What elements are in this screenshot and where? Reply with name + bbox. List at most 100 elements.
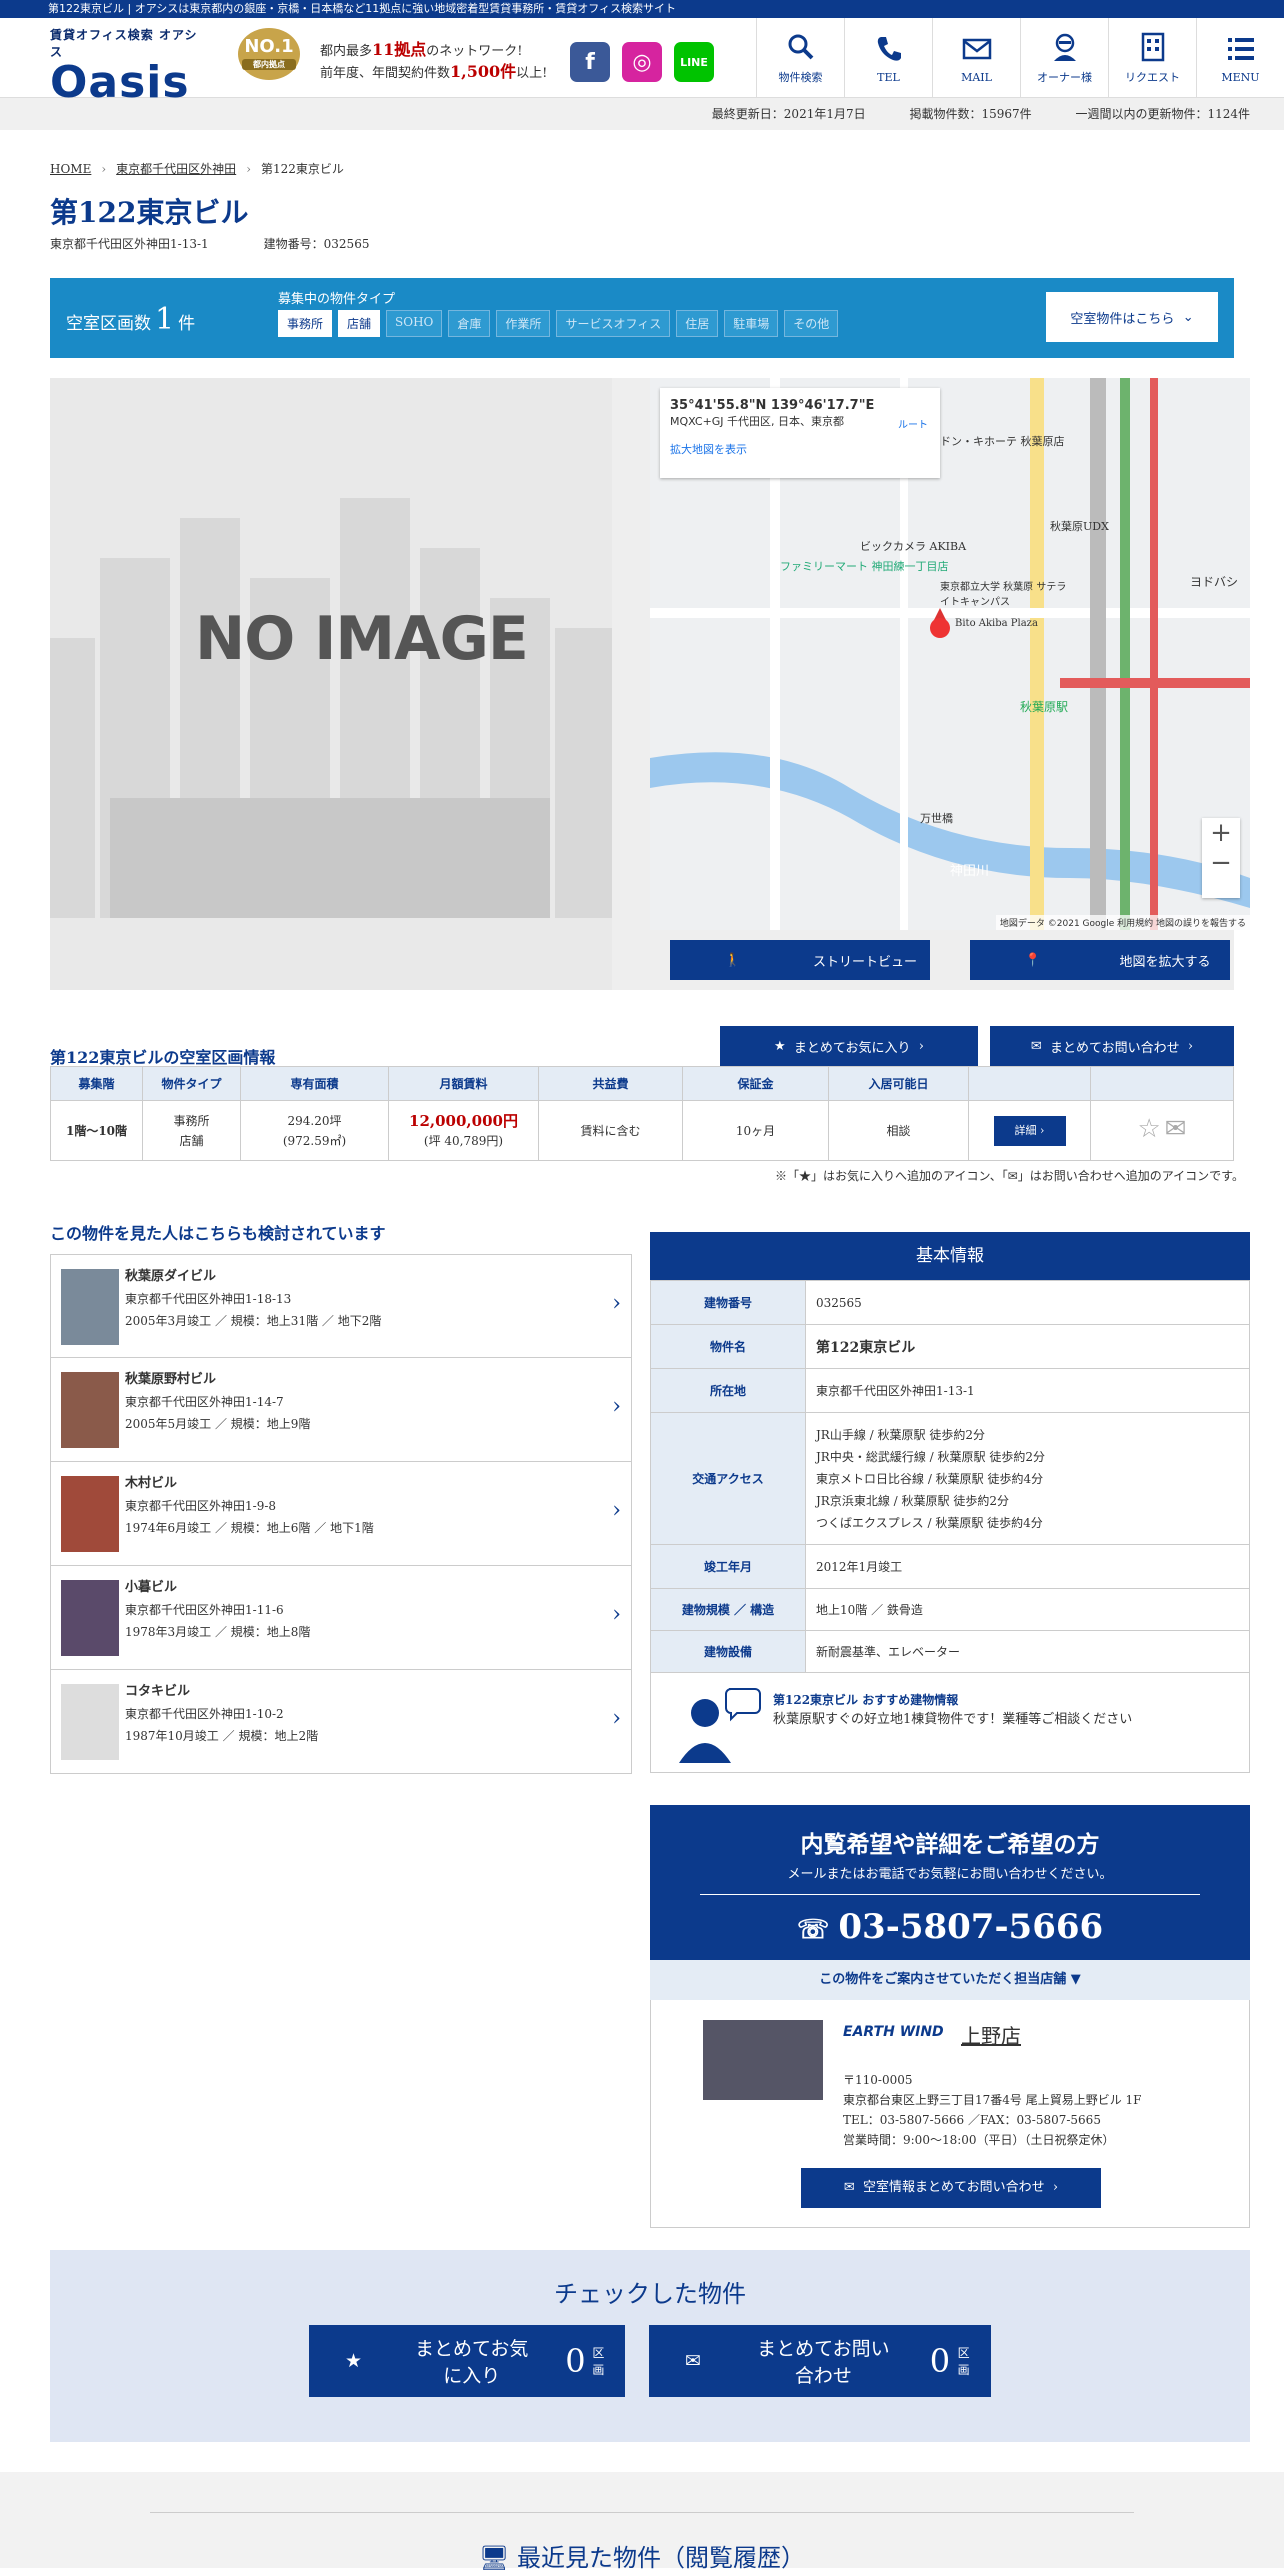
access-line[interactable]: JR京浜東北線 / 秋葉原駅 徒歩約2分 [816, 1490, 1239, 1512]
info-row: 所在地 東京都千代田区外神田1-13-1 [650, 1368, 1250, 1413]
info-value: 地上10階 ／ 鉄骨造 [805, 1588, 1250, 1631]
bulk-inquiry-button[interactable]: ✉ まとめてお問い合わせ › [990, 1026, 1234, 1066]
nav-request[interactable]: リクエスト [1108, 18, 1196, 98]
cell-rent: 12,000,000円 (坪 40,789円) [388, 1100, 539, 1161]
chevron-right-icon: › [612, 1602, 621, 1627]
checked-unit: 区画 [957, 2346, 970, 2377]
related-item[interactable]: 秋葉原ダイビル 東京都千代田区外神田1-18-13 2005年3月竣工 ／ 規模：地… [50, 1254, 632, 1358]
building-address: 東京都千代田区外神田1-13-1 [50, 237, 209, 251]
contact-cta: 内覧希望や詳細をご希望の方 メールまたはお電話でお気軽にお問い合わせください。 … [650, 1805, 1250, 1960]
bulk-favorite-button[interactable]: ★ まとめてお気に入り › [720, 1026, 978, 1066]
tagline-text: 前年度、年間契約件数 [320, 66, 451, 81]
weekly-update-count: 一週間以内の更新物件：1124件 [1075, 107, 1250, 121]
breadcrumb-home[interactable]: HOME [50, 162, 91, 176]
map-route-link[interactable]: ルート [898, 416, 928, 431]
info-key: 竣工年月 [650, 1544, 806, 1589]
info-key: 交通アクセス [650, 1412, 806, 1545]
cta-phone[interactable]: ☏ 03-5807-5666 [650, 1907, 1250, 1947]
map-enlarge-link[interactable]: 拡大地図を表示 [670, 441, 930, 457]
expand-map-button[interactable]: 📍 地図を拡大する [970, 940, 1230, 980]
property-type-chip: 店舗 [338, 310, 381, 337]
facebook-icon[interactable]: f [570, 42, 610, 82]
store-inquiry-button[interactable]: ✉ 空室情報まとめてお問い合わせ › [801, 2168, 1101, 2208]
checked-inquiry-button[interactable]: ✉ まとめてお問い合わせ 0 区画 [649, 2325, 991, 2397]
line-icon[interactable]: LINE [674, 42, 714, 82]
access-list: JR山手線 / 秋葉原駅 徒歩約2分 JR中央・総武緩行線 / 秋葉原駅 徒歩約… [805, 1412, 1250, 1545]
info-row: 物件名 第122東京ビル [650, 1324, 1250, 1369]
cell-deposit: 10ヶ月 [682, 1100, 829, 1161]
instagram-icon[interactable]: ◎ [622, 42, 662, 82]
area-tsubo: 294.20坪 [287, 1113, 342, 1128]
google-map[interactable]: 35°41'55.8"N 139°46'17.7"E MQXC+GJ 千代田区,… [650, 378, 1250, 930]
star-outline-icon[interactable]: ☆ [1138, 1114, 1161, 1144]
related-info: 1987年10月竣工 ／ 規模：地上2階 [125, 1729, 319, 1743]
site-logo[interactable]: 賃貸オフィス検索 オアシス Oasis [50, 26, 210, 106]
gallery: NO IMAGE 35°41'55.8"N 139°46'17.7"E MQXC… [50, 378, 1250, 990]
cell-actions: ☆ ✉ [1090, 1100, 1234, 1161]
related-item[interactable]: 秋葉原野村ビル 東京都千代田区外神田1-14-7 2005年5月竣工 ／ 規模：地上… [50, 1358, 632, 1462]
vacant-units-button-label: 空室物件はこちら [1070, 311, 1175, 327]
map-footer[interactable]: 地図データ ©2021 Google 利用規約 地図の誤りを報告する [995, 915, 1250, 930]
info-value: 新耐震基準、エレベーター [805, 1630, 1250, 1673]
vacancy-count-label: 空室区画数 [66, 314, 151, 334]
related-address: 東京都千代田区外神田1-11-6 [125, 1603, 284, 1617]
nav-mail[interactable]: MAIL [932, 18, 1020, 98]
checked-properties: チェックした物件 ★ まとめてお気に入り 0 区画 ✉ まとめてお問い合わせ 0 区画 [50, 2250, 1250, 2442]
nav-search[interactable]: 物件検索 [756, 18, 844, 98]
related-item[interactable]: 木村ビル 東京都千代田区外神田1-9-8 1974年6月竣工 ／ 規模：地上6階 ／… [50, 1462, 632, 1566]
icon-note: ※「★」はお気に入りへ追加のアイコン、「✉」はお問い合わせへ追加のアイコンです。 [775, 1169, 1244, 1183]
property-type-chip: 住居 [676, 310, 719, 337]
checked-favorite-button[interactable]: ★ まとめてお気に入り 0 区画 [309, 2325, 625, 2397]
store-brand-logo: EARTH WIND [843, 2024, 944, 2040]
related-photo [61, 1269, 119, 1345]
map-pin-icon: 📍 [970, 940, 1100, 980]
zoom-in-icon[interactable]: + [1202, 818, 1240, 848]
mail-outline-icon[interactable]: ✉ [1165, 1114, 1187, 1144]
basic-info-title: 基本情報 [650, 1232, 1250, 1280]
related-photo [61, 1684, 119, 1760]
store-hours: 営業時間：9:00～18:00（平日）（土日祝祭定休） [843, 2133, 1115, 2147]
related-item[interactable]: 小暮ビル 東京都千代田区外神田1-11-6 1978年3月竣工 ／ 規模：地上8階 › [50, 1566, 632, 1670]
store-zip: 〒110-0005 [843, 2073, 913, 2087]
access-line[interactable]: 東京メトロ日比谷線 / 秋葉原駅 徒歩約4分 [816, 1468, 1239, 1490]
property-type-chip: サービスオフィス [556, 310, 671, 337]
access-line[interactable]: つくばエクスプレス / 秋葉原駅 徒歩約4分 [816, 1512, 1239, 1534]
column-header: 募集階 [50, 1066, 143, 1101]
owner-icon [1053, 33, 1076, 61]
map-label: ドン・キホーテ 秋葉原店 [940, 435, 1065, 448]
nav-tel[interactable]: TEL [844, 18, 932, 98]
info-value: 032565 [805, 1280, 1250, 1325]
property-type-chip: その他 [784, 310, 839, 337]
map-label: 万世橋 [920, 812, 953, 825]
related-title: この物件を見た人はこちらも検討されています [50, 1224, 386, 1243]
zoom-out-icon[interactable]: − [1202, 848, 1240, 878]
related-address: 東京都千代田区外神田1-9-8 [125, 1499, 277, 1513]
map-zoom-control: + − [1202, 818, 1240, 898]
column-header: 専有面積 [240, 1066, 389, 1101]
expand-map-label: 地図を拡大する [1100, 940, 1230, 980]
access-line[interactable]: JR山手線 / 秋葉原駅 徒歩約2分 [816, 1424, 1239, 1446]
detail-label: 詳細 [1014, 1123, 1037, 1137]
store-box: EARTH WIND 上野店 〒110-0005 東京都台東区上野三丁目17番4… [650, 2000, 1250, 2228]
nav-owner[interactable]: オーナー様 [1020, 18, 1108, 98]
map-label: Bito Akiba Plaza [955, 618, 1038, 629]
info-key: 物件名 [650, 1324, 806, 1369]
street-view-button[interactable]: 🚶 ストリートビュー [670, 940, 930, 980]
related-name: 木村ビル [125, 1476, 178, 1491]
vacant-units-button[interactable]: 空室物件はこちら ⌄ [1046, 292, 1218, 342]
table-row: 1階～10階 事務所 店舗 294.20坪 (972.59㎡) 12,000,000… [50, 1100, 1234, 1161]
column-header: 物件タイプ [142, 1066, 241, 1101]
property-type-chip: 倉庫 [448, 310, 491, 337]
detail-button[interactable]: 詳細 › [993, 1115, 1066, 1146]
related-item[interactable]: コタキビル 東京都千代田区外神田1-10-2 1987年10月竣工 ／ 規模：地上2… [50, 1670, 632, 1774]
store-name[interactable]: 上野店 [961, 2026, 1021, 2046]
floor-value: 1階～10階 [65, 1123, 128, 1138]
cell-common: 賃料に含む [538, 1100, 683, 1161]
phone-icon: ☏ [796, 1915, 839, 1945]
info-key: 建物規模 ／ 構造 [650, 1588, 806, 1631]
nav-menu[interactable]: MENU [1196, 18, 1284, 98]
related-properties: この物件を見た人はこちらも検討されています 秋葉原ダイビル 東京都千代田区外神田1… [50, 1220, 632, 1774]
breadcrumb-area[interactable]: 東京都千代田区外神田 [116, 162, 236, 176]
access-line[interactable]: JR中央・総武緩行線 / 秋葉原駅 徒歩約2分 [816, 1446, 1239, 1468]
related-photo [61, 1476, 119, 1552]
